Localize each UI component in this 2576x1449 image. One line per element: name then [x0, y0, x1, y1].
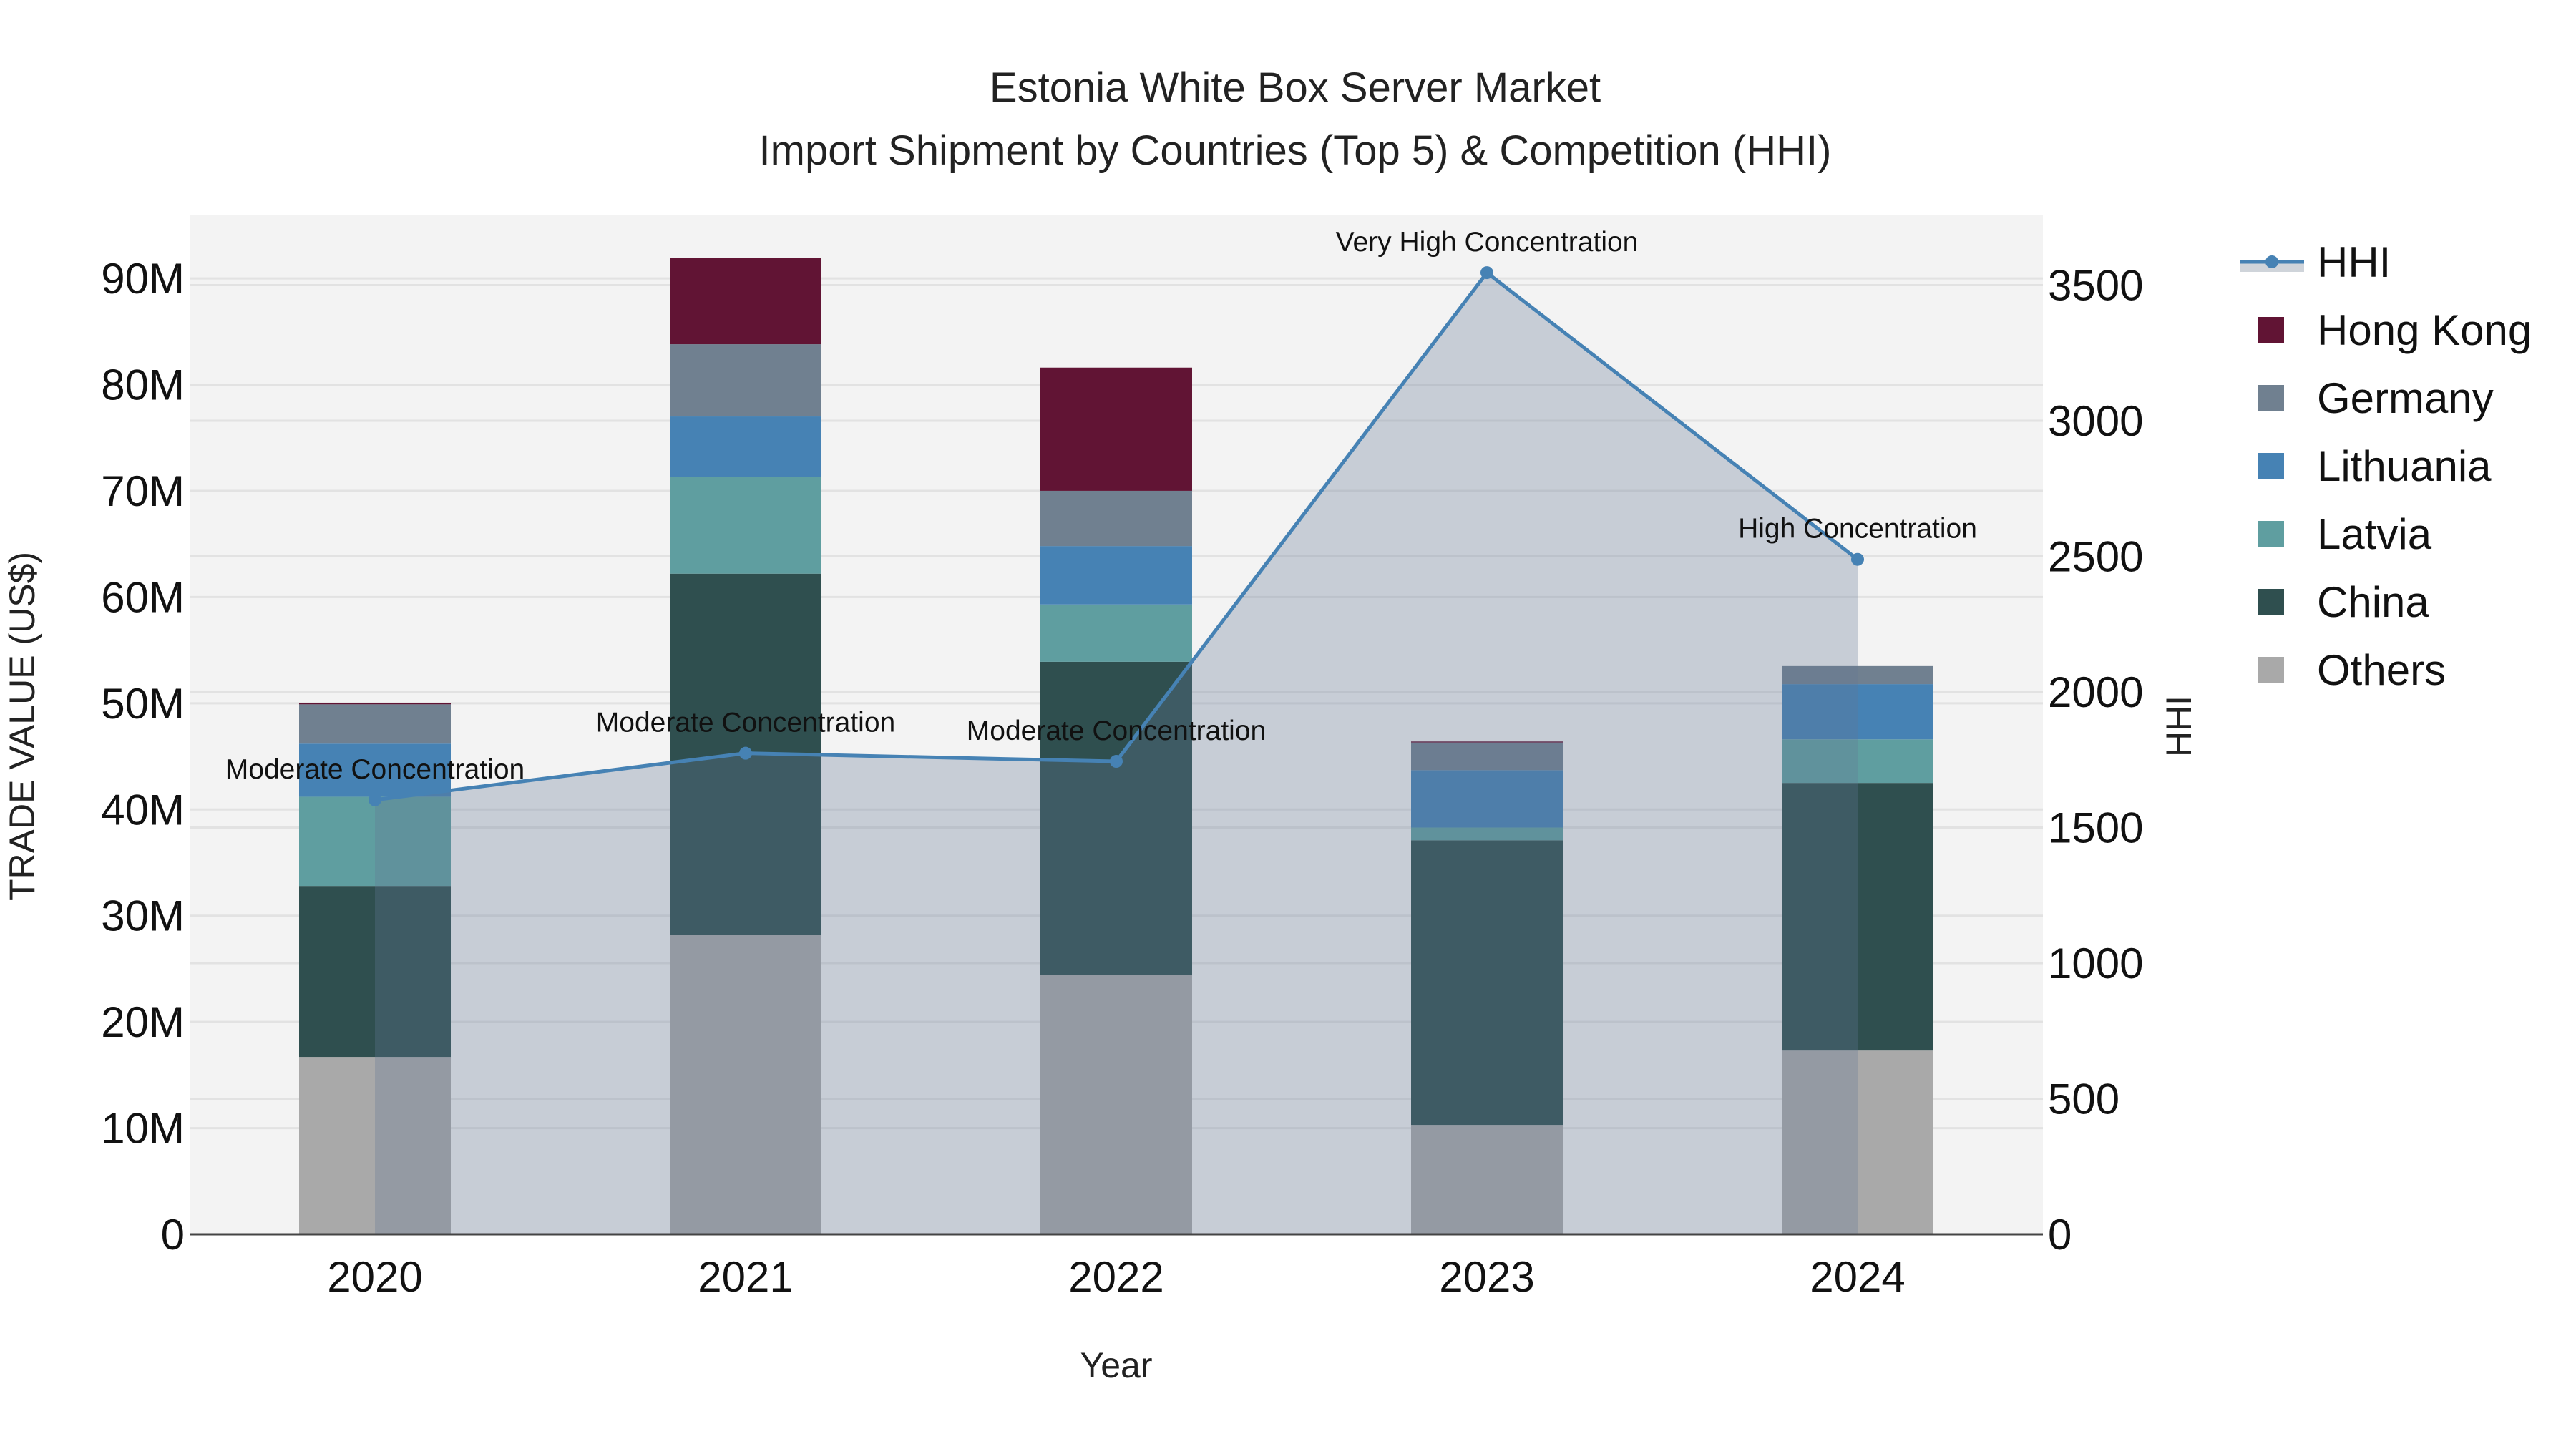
legend-label[interactable]: Germany — [2317, 374, 2494, 422]
x-tick-label: 2022 — [1068, 1253, 1163, 1301]
y-tick-label: 0 — [161, 1211, 185, 1259]
legend-swatch — [2258, 453, 2284, 479]
legend-swatch — [2258, 657, 2284, 683]
y-axis-title: TRADE VALUE (US$) — [2, 552, 42, 901]
legend-label[interactable]: Latvia — [2317, 510, 2432, 558]
hhi-point[interactable] — [1480, 266, 1493, 280]
hhi-annotation: High Concentration — [1738, 514, 1977, 545]
y-tick-label: 10M — [101, 1105, 185, 1153]
y2-axis-title: HHI — [2159, 696, 2199, 757]
legend-swatch — [2258, 385, 2284, 411]
y-tick-label: 90M — [101, 255, 185, 303]
hhi-point[interactable] — [1110, 755, 1123, 769]
bar-latvia[interactable] — [1040, 604, 1192, 662]
legend-swatch — [2258, 317, 2284, 343]
legend-label[interactable]: Hong Kong — [2317, 306, 2532, 354]
bar-hong-kong[interactable] — [1040, 367, 1192, 491]
hhi-annotation: Very High Concentration — [1336, 227, 1639, 258]
hhi-annotation: Moderate Concentration — [967, 716, 1266, 746]
y-tick-label: 20M — [101, 998, 185, 1046]
y2-tick-label: 3000 — [2048, 397, 2143, 445]
y2-tick-label: 0 — [2048, 1211, 2072, 1259]
legend-label[interactable]: China — [2317, 578, 2429, 626]
hhi-point[interactable] — [369, 793, 381, 806]
bar-latvia[interactable] — [670, 477, 821, 574]
y2-tick-label: 3500 — [2048, 262, 2143, 310]
x-tick-label: 2020 — [327, 1253, 422, 1301]
bar-hong-kong[interactable] — [670, 258, 821, 345]
legend-label[interactable]: Others — [2317, 646, 2446, 694]
chart: Moderate Concentration Moderate Concentra… — [2, 64, 2532, 1385]
bar-germany[interactable] — [1040, 490, 1192, 547]
bar-germany[interactable] — [670, 344, 821, 417]
x-tick-label: 2024 — [1810, 1253, 1905, 1301]
hhi-annotation: Moderate Concentration — [596, 708, 895, 738]
y-tick-label: 50M — [101, 680, 185, 728]
y-tick-label: 40M — [101, 786, 185, 834]
legend-swatch — [2258, 589, 2284, 615]
y2-tick-label: 500 — [2048, 1075, 2119, 1123]
chart-title: Estonia White Box Server Market — [990, 64, 1601, 111]
hhi-point[interactable] — [739, 746, 752, 760]
y2-tick-label: 1500 — [2048, 804, 2143, 852]
legend-hhi-marker-icon — [2265, 255, 2278, 268]
y-tick-label: 30M — [101, 892, 185, 940]
legend-label[interactable]: Lithuania — [2317, 442, 2492, 490]
bar-hong-kong[interactable] — [299, 703, 451, 705]
y-tick-label: 60M — [101, 573, 185, 621]
legend: HHI Hong Kong Germany Lithuania Latvia China O… — [2240, 238, 2532, 694]
legend-swatch — [2258, 521, 2284, 547]
x-tick-label: 2021 — [698, 1253, 793, 1301]
hhi-point[interactable] — [1851, 552, 1864, 566]
chart-subtitle: Import Shipment by Countries (Top 5) & C… — [759, 127, 1832, 174]
y2-tick-label: 1000 — [2048, 940, 2143, 987]
y2-tick-label: 2000 — [2048, 668, 2143, 716]
bar-lithuania[interactable] — [670, 416, 821, 477]
y-tick-label: 70M — [101, 467, 185, 515]
y-tick-label: 80M — [101, 361, 185, 409]
hhi-annotation: Moderate Concentration — [225, 754, 525, 785]
legend-label[interactable]: HHI — [2317, 238, 2391, 286]
y2-tick-label: 2500 — [2048, 533, 2143, 581]
x-tick-label: 2023 — [1439, 1253, 1534, 1301]
bar-lithuania[interactable] — [1040, 546, 1192, 605]
bar-germany[interactable] — [299, 704, 451, 744]
x-axis-title: Year — [1080, 1345, 1152, 1385]
